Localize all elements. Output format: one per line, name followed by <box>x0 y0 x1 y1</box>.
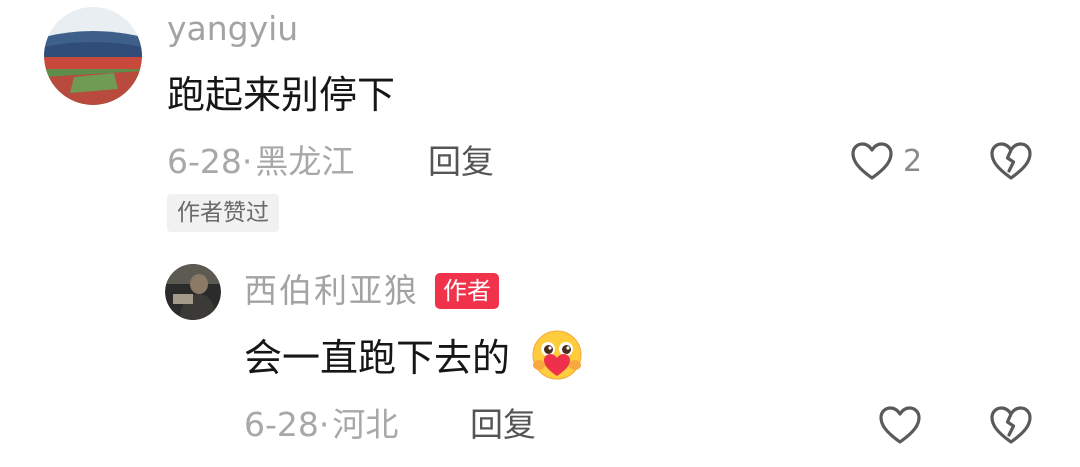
comment-date: 6-28 <box>167 142 242 181</box>
reply-avatar[interactable] <box>165 264 221 320</box>
reply-username[interactable]: 西伯利亚狼 <box>244 271 419 311</box>
reply-location: 河北 <box>332 405 399 444</box>
comment-avatar[interactable] <box>44 7 142 105</box>
comment-like-count: 2 <box>903 144 923 179</box>
comment-text: 跑起来别停下 <box>167 73 396 117</box>
comment-reply-button[interactable]: 回复 <box>428 142 494 182</box>
author-liked-tag: 作者赞过 <box>167 194 279 232</box>
stadium-avatar-icon <box>44 7 142 105</box>
broken-heart-icon <box>990 406 1032 444</box>
reply-text-content: 会一直跑下去的 <box>244 336 511 380</box>
meta-separator: · <box>318 405 330 444</box>
heart-outline-icon <box>879 406 921 444</box>
comment-like-button[interactable] <box>850 141 894 181</box>
hug-heart-emoji-icon <box>529 329 585 387</box>
comment-meta: 6-28·黑龙江 <box>167 142 354 182</box>
reply-dislike-button[interactable] <box>989 405 1033 445</box>
person-avatar-icon <box>165 264 221 320</box>
reply-meta: 6-28·河北 <box>244 405 398 445</box>
reply-reply-button[interactable]: 回复 <box>470 405 536 445</box>
reply-date: 6-28 <box>244 405 319 444</box>
author-badge: 作者 <box>435 273 499 309</box>
comment-dislike-button[interactable] <box>989 141 1033 181</box>
heart-outline-icon <box>851 142 893 180</box>
comment-username[interactable]: yangyiu <box>167 9 298 49</box>
reply-like-button[interactable] <box>878 405 922 445</box>
comment-location: 黑龙江 <box>255 142 355 181</box>
broken-heart-icon <box>990 142 1032 180</box>
meta-separator: · <box>241 142 253 181</box>
reply-text: 会一直跑下去的 <box>244 335 510 381</box>
